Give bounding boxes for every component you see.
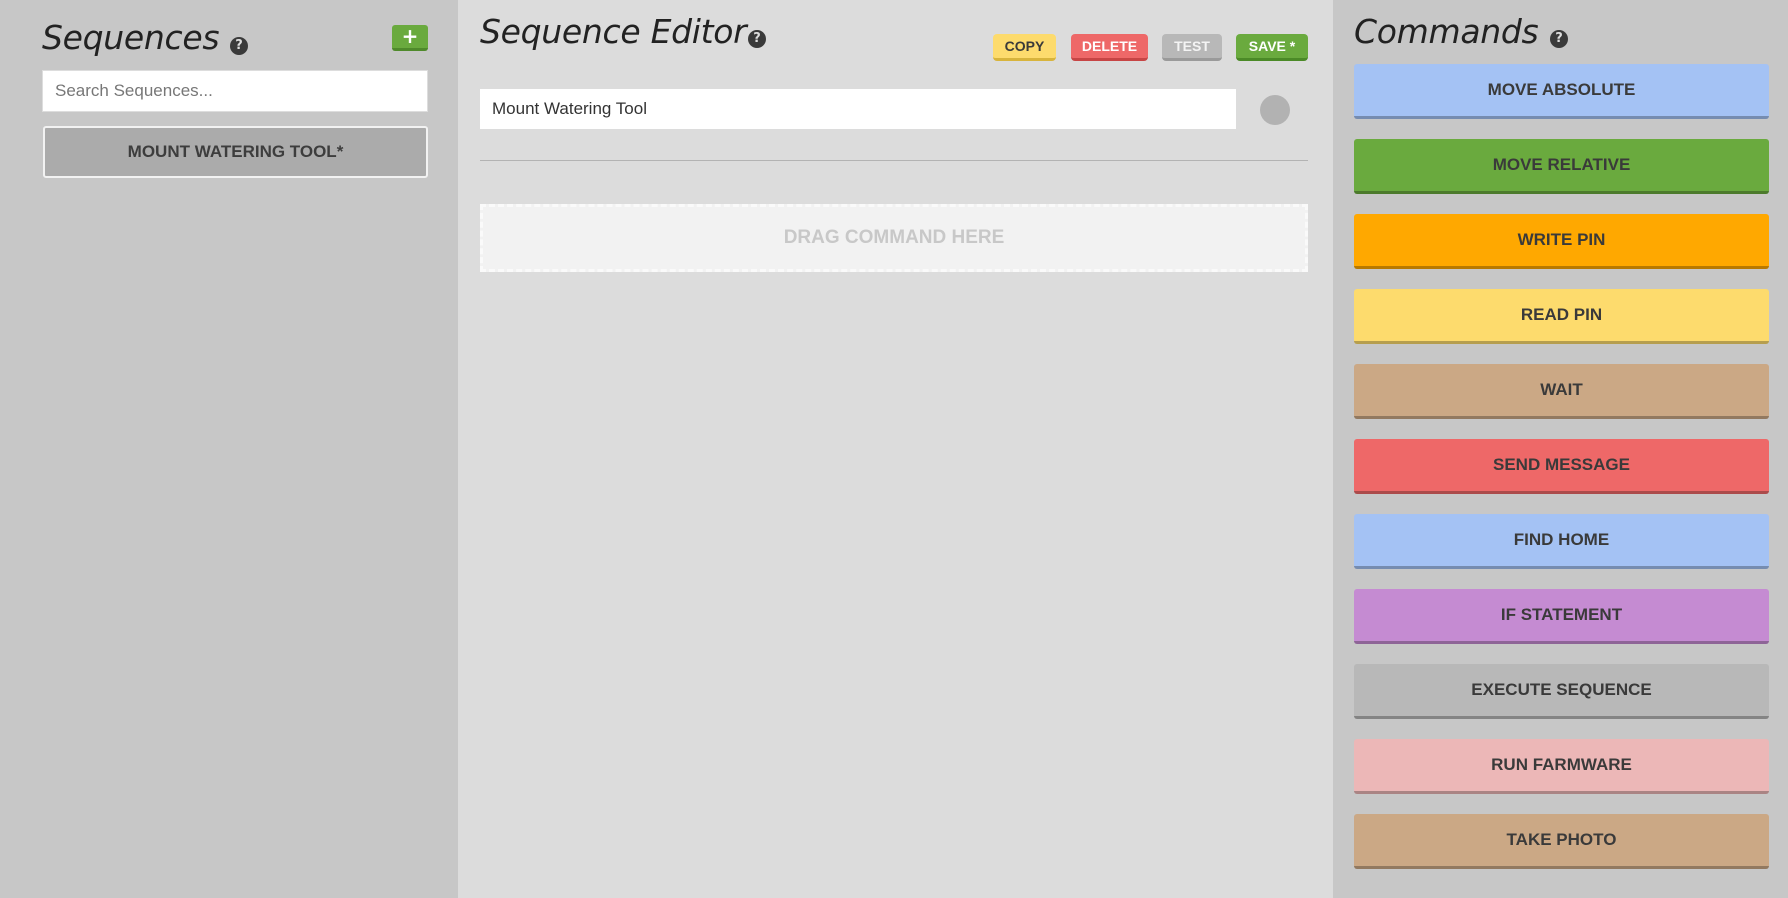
command-if-statement[interactable]: IF STATEMENT: [1354, 589, 1769, 644]
add-sequence-button[interactable]: +: [392, 25, 428, 51]
sequence-editor-panel: Sequence Editor ? COPY DELETE TEST SAVE …: [458, 0, 1333, 898]
command-take-photo[interactable]: TAKE PHOTO: [1354, 814, 1769, 869]
command-move-relative[interactable]: MOVE RELATIVE: [1354, 139, 1769, 194]
help-icon[interactable]: ?: [230, 37, 248, 55]
search-sequences-input[interactable]: [42, 70, 428, 112]
help-icon[interactable]: ?: [1550, 30, 1568, 48]
divider: [480, 160, 1308, 161]
copy-button[interactable]: COPY: [993, 34, 1056, 61]
sequences-panel: Sequences ? + MOUNT WATERING TOOL*: [0, 0, 458, 898]
command-wait[interactable]: WAIT: [1354, 364, 1769, 419]
sequences-title: Sequences: [42, 18, 220, 57]
sequence-list-item[interactable]: MOUNT WATERING TOOL*: [43, 126, 428, 178]
sequence-editor-title: Sequence Editor: [480, 12, 747, 51]
command-write-pin[interactable]: WRITE PIN: [1354, 214, 1769, 269]
sequence-name-input[interactable]: [480, 89, 1236, 129]
help-icon[interactable]: ?: [748, 30, 766, 48]
delete-button[interactable]: DELETE: [1071, 34, 1148, 61]
command-move-absolute[interactable]: MOVE ABSOLUTE: [1354, 64, 1769, 119]
commands-panel: Commands ? MOVE ABSOLUTE MOVE RELATIVE W…: [1333, 0, 1788, 898]
command-find-home[interactable]: FIND HOME: [1354, 514, 1769, 569]
command-dropzone[interactable]: DRAG COMMAND HERE: [480, 204, 1308, 272]
command-execute-sequence[interactable]: EXECUTE SEQUENCE: [1354, 664, 1769, 719]
sequence-color-picker[interactable]: [1260, 95, 1290, 125]
commands-title: Commands: [1354, 12, 1539, 51]
command-run-farmware[interactable]: RUN FARMWARE: [1354, 739, 1769, 794]
command-read-pin[interactable]: READ PIN: [1354, 289, 1769, 344]
test-button[interactable]: TEST: [1162, 34, 1222, 61]
command-send-message[interactable]: SEND MESSAGE: [1354, 439, 1769, 494]
save-button[interactable]: SAVE *: [1236, 34, 1308, 61]
